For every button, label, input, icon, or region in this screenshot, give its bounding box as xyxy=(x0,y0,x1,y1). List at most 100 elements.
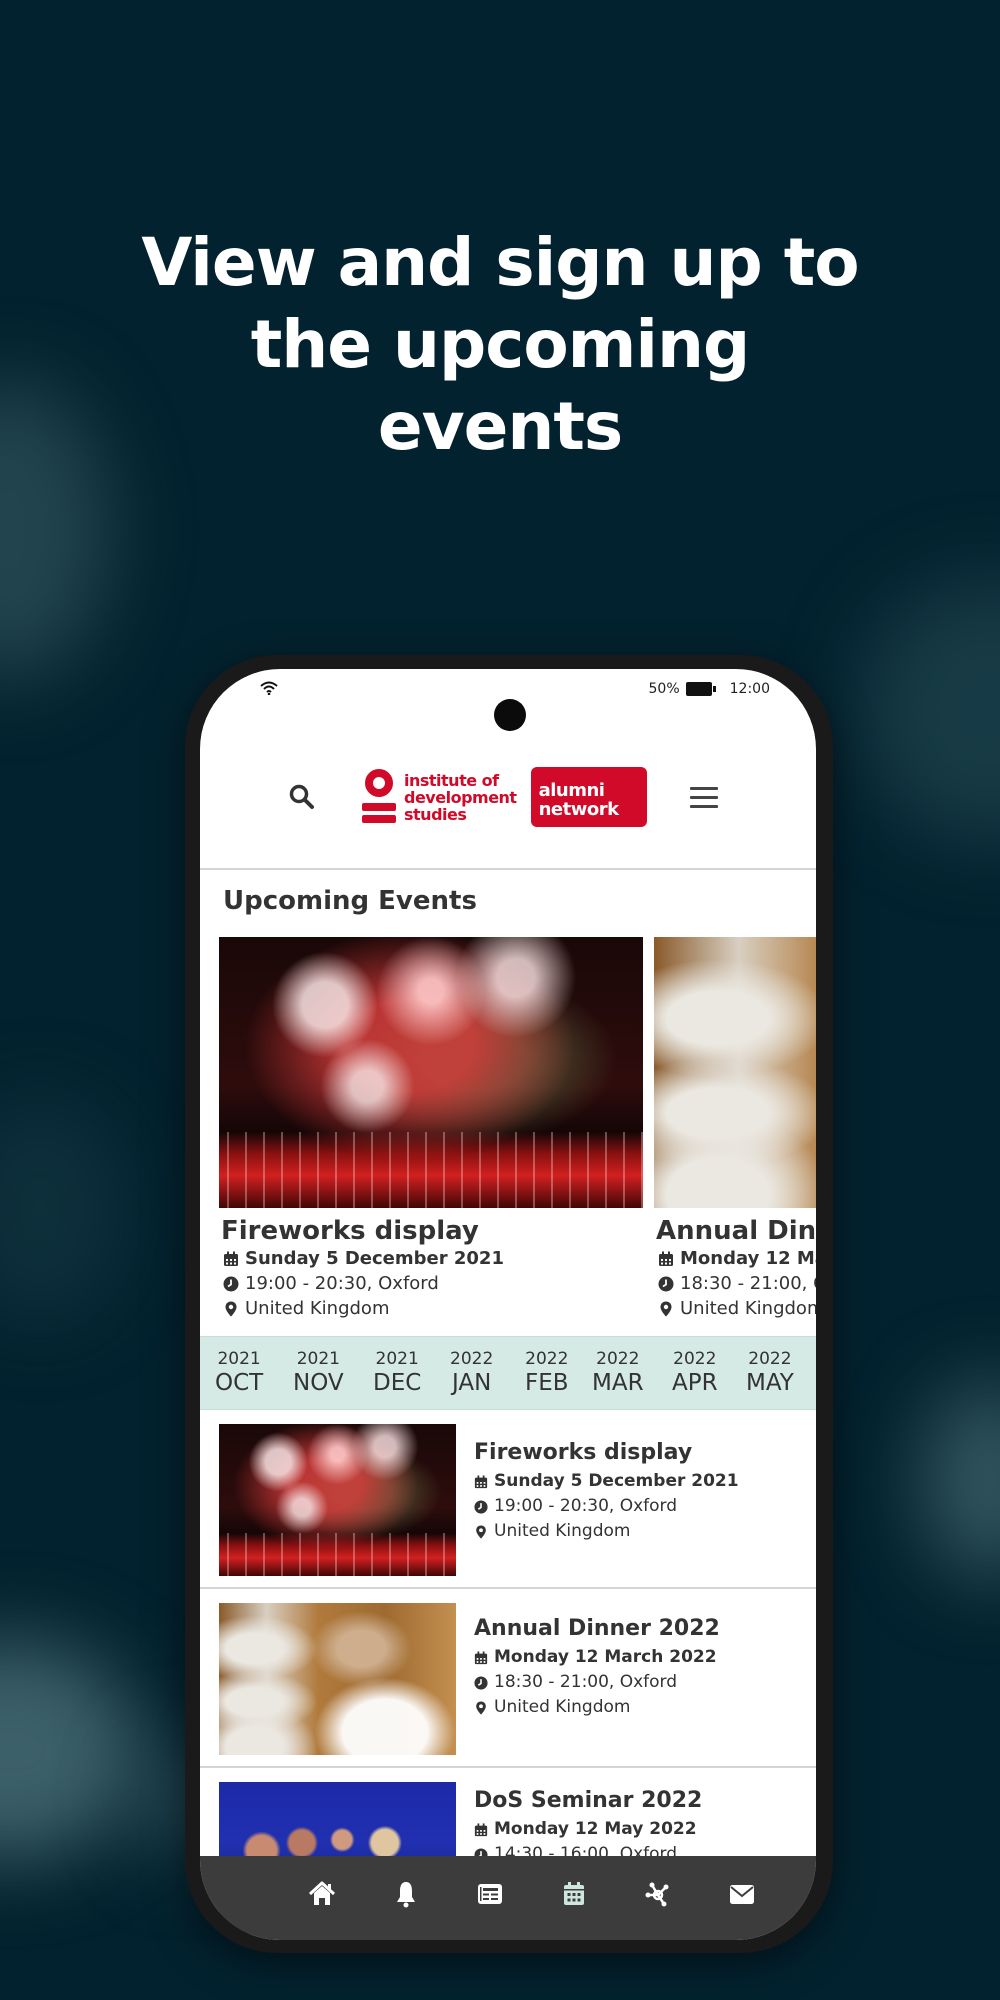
dinner-table-photo xyxy=(654,937,816,1208)
clock-icon xyxy=(474,1499,488,1514)
event-country-text: United Kingdom xyxy=(494,1521,631,1541)
event-info: Annual Dinner 2022 Monday 12 March 2022 … xyxy=(474,1616,720,1720)
month-tab[interactable]: 2022 MAY xyxy=(746,1349,794,1397)
phone-screen: 50% 12:00 institute of development studi… xyxy=(200,669,816,1940)
section-title: Upcoming Events xyxy=(223,886,477,916)
background-blur-blob xyxy=(0,1640,140,1860)
ids-logo-mark xyxy=(362,769,396,825)
newspaper-icon xyxy=(478,1884,502,1904)
event-time: 19:00 - 20:30, Oxford xyxy=(474,1494,739,1519)
event-title: DoS Seminar 2022 xyxy=(474,1788,703,1813)
event-time-text: 19:00 - 20:30, Oxford xyxy=(245,1273,439,1294)
fireworks-photo xyxy=(219,937,643,1208)
promo-headline: View and sign up to the upcoming events xyxy=(0,222,1000,468)
nav-network[interactable] xyxy=(616,1876,700,1912)
event-date-text: Monday 12 March 2022 xyxy=(680,1248,816,1269)
event-title: Fireworks display xyxy=(474,1440,693,1465)
background-blur-blob xyxy=(920,1380,1000,1580)
event-list-item[interactable]: Fireworks display Sunday 5 December 2021… xyxy=(200,1410,816,1589)
ids-logo-text: institute of development studies xyxy=(404,772,517,823)
event-title: Annual Dinner 2022 xyxy=(656,1216,816,1246)
header-divider xyxy=(200,868,816,870)
event-date-text: Monday 12 May 2022 xyxy=(494,1819,697,1839)
event-time: 18:30 - 21:00, Oxford xyxy=(658,1271,816,1296)
promo-headline-line: View and sign up to xyxy=(141,224,859,301)
event-location: United Kingdom xyxy=(474,1695,720,1720)
event-date: Monday 12 March 2022 xyxy=(658,1246,816,1271)
battery-percent: 50% xyxy=(648,681,680,697)
background-blur-blob xyxy=(860,580,1000,840)
logo-line: institute of xyxy=(404,770,499,790)
background-blur-blob xyxy=(0,1100,120,1320)
app-header: institute of development studies alumni … xyxy=(200,765,816,827)
month-year: 2022 xyxy=(596,1349,640,1369)
event-card[interactable]: Fireworks display Sunday 5 December 2021… xyxy=(219,937,643,1321)
month-year: 2022 xyxy=(525,1349,569,1369)
clock-icon xyxy=(474,1675,488,1690)
event-date-text: Sunday 5 December 2021 xyxy=(245,1248,504,1269)
month-tab[interactable]: 2022 JAN xyxy=(450,1349,493,1397)
month-tab[interactable]: 2022 MAR xyxy=(592,1349,644,1397)
map-pin-icon xyxy=(476,1700,486,1715)
month-label: JAN xyxy=(451,1370,492,1396)
status-bar: 50% 12:00 xyxy=(200,669,816,731)
nav-events[interactable] xyxy=(532,1876,616,1912)
nav-news[interactable] xyxy=(448,1876,532,1912)
month-tab[interactable]: 2021 NOV xyxy=(293,1349,344,1397)
event-location: United Kingdom xyxy=(658,1296,816,1321)
month-label: MAR xyxy=(592,1370,644,1396)
event-date: Sunday 5 December 2021 xyxy=(223,1246,643,1271)
event-location: United Kingdom xyxy=(223,1296,643,1321)
clock: 12:00 xyxy=(729,681,770,697)
clock-icon xyxy=(658,1276,674,1291)
event-date: Sunday 5 December 2021 xyxy=(474,1469,739,1494)
hamburger-menu-icon[interactable] xyxy=(690,787,718,809)
promo-headline-line: events xyxy=(377,388,623,465)
envelope-icon xyxy=(730,1885,754,1904)
battery-icon xyxy=(685,682,716,696)
month-label: MAY xyxy=(746,1370,794,1396)
event-location: United Kingdom xyxy=(474,1519,739,1544)
nav-notifications[interactable] xyxy=(364,1876,448,1912)
upcoming-events-carousel[interactable]: Fireworks display Sunday 5 December 2021… xyxy=(200,937,816,1337)
calendar-icon xyxy=(474,1474,488,1488)
event-time-text: 18:30 - 21:00, Oxford xyxy=(494,1672,678,1692)
event-list-item[interactable]: Annual Dinner 2022 Monday 12 March 2022 … xyxy=(200,1589,816,1768)
event-date-text: Monday 12 March 2022 xyxy=(494,1647,717,1667)
month-label: NOV xyxy=(293,1370,344,1396)
event-time: 18:30 - 21:00, Oxford xyxy=(474,1670,720,1695)
map-pin-icon xyxy=(660,1301,672,1316)
network-icon xyxy=(645,1882,669,1907)
bottom-navigation xyxy=(200,1856,816,1940)
ids-logo[interactable]: institute of development studies alumni … xyxy=(362,765,647,829)
event-date: Monday 12 March 2022 xyxy=(474,1645,720,1670)
calendar-icon xyxy=(474,1650,488,1664)
calendar-icon xyxy=(224,1251,238,1266)
month-year: 2022 xyxy=(748,1349,792,1369)
event-card[interactable]: Annual Dinner 2022 Monday 12 March 2022 … xyxy=(654,937,816,1321)
fireworks-photo xyxy=(219,1424,456,1576)
phone-frame: 50% 12:00 institute of development studi… xyxy=(185,655,833,1953)
event-title: Fireworks display xyxy=(221,1216,479,1246)
event-info: Fireworks display Sunday 5 December 2021… xyxy=(474,1440,739,1544)
search-icon[interactable] xyxy=(288,783,316,811)
map-pin-icon xyxy=(225,1301,237,1316)
month-tab[interactable]: 2021 OCT xyxy=(215,1349,263,1397)
month-tab[interactable]: 2021 DEC xyxy=(373,1349,421,1397)
promo-headline-line: the upcoming xyxy=(250,306,751,383)
month-tab[interactable]: 2022 APR xyxy=(672,1349,718,1397)
badge-line: alumni xyxy=(538,780,605,801)
event-date: Monday 12 May 2022 xyxy=(474,1817,702,1842)
month-filter-strip[interactable]: 2021 OCT 2021 NOV 2021 DEC 2022 JAN 2022 FEB … xyxy=(200,1336,816,1410)
month-tab[interactable]: 2022 FEB xyxy=(525,1349,569,1397)
logo-line: studies xyxy=(404,804,467,824)
nav-messages[interactable] xyxy=(700,1876,784,1912)
month-label: FEB xyxy=(525,1370,569,1396)
bell-icon xyxy=(397,1882,415,1908)
event-time-text: 19:00 - 20:30, Oxford xyxy=(494,1496,678,1516)
nav-home[interactable] xyxy=(280,1876,364,1912)
month-label: OCT xyxy=(215,1370,264,1396)
calendar-icon xyxy=(474,1822,488,1836)
event-title: Annual Dinner 2022 xyxy=(474,1616,720,1641)
month-label: APR xyxy=(672,1370,718,1396)
